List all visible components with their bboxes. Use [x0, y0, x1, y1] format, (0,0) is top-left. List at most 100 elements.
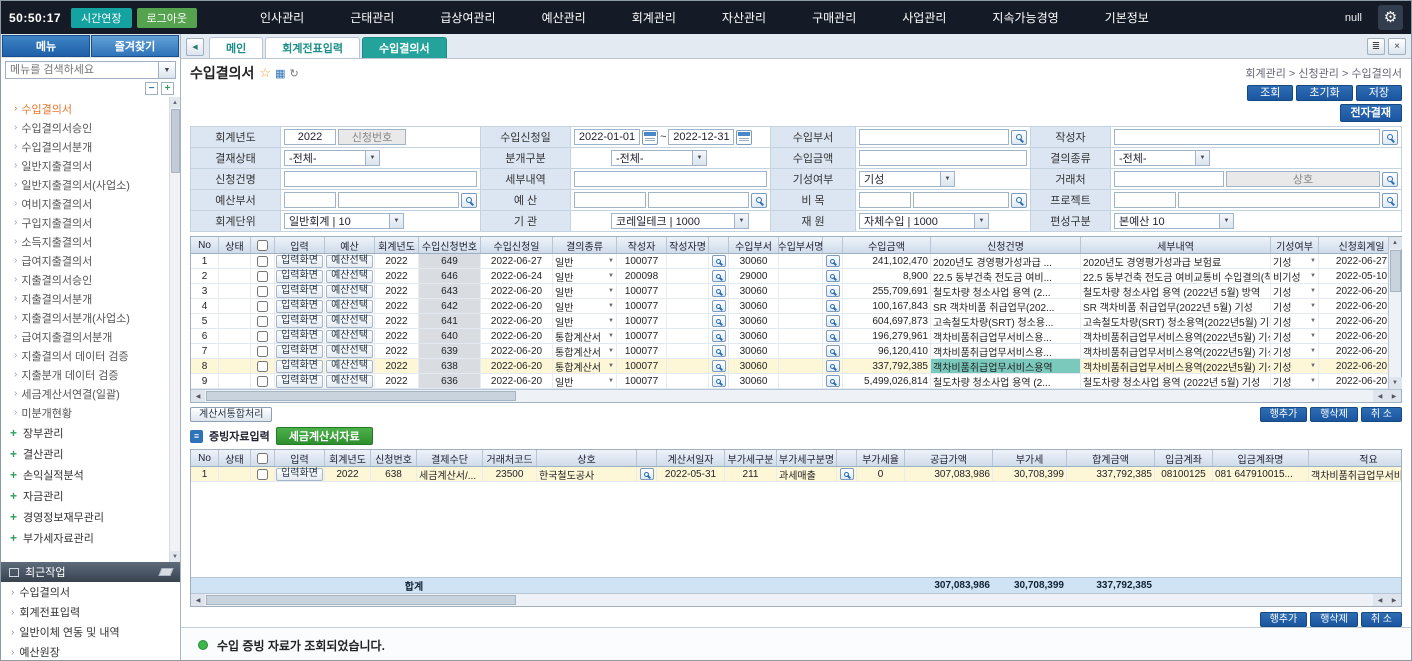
cell-writer-search[interactable] — [709, 284, 729, 298]
cell-writer-search[interactable] — [709, 329, 729, 343]
topbar-menu-item[interactable]: 지속가능경영 — [992, 9, 1058, 26]
input-screen-button[interactable]: 입력화면 — [276, 375, 323, 388]
cell-writer-id[interactable]: 100077 — [617, 374, 667, 388]
cell-dept-search[interactable] — [823, 254, 843, 268]
scrollbar-thumb[interactable] — [1390, 250, 1401, 292]
cell-request-number[interactable]: 649 — [419, 254, 481, 268]
cell-writer-id[interactable]: 100077 — [617, 359, 667, 373]
search-icon[interactable] — [640, 468, 654, 480]
cell-row-number[interactable]: 4 — [191, 299, 219, 313]
search-icon[interactable] — [826, 255, 840, 267]
search-icon[interactable] — [751, 193, 767, 208]
sidebar-menu-item[interactable]: ›지출결의서분개 — [1, 289, 168, 308]
cell-request-date[interactable]: 2022-06-27 — [481, 254, 553, 268]
search-icon[interactable] — [826, 330, 840, 342]
cell-dept-id[interactable]: 30060 — [729, 314, 779, 328]
cell-giseong[interactable]: 기성▼ — [1271, 284, 1319, 298]
cell-input-screen[interactable]: 입력화면 — [275, 284, 325, 298]
cell-writer-id[interactable]: 100077 — [617, 254, 667, 268]
cell-income-amount[interactable]: 604,697,873 — [843, 314, 931, 328]
cell-fiscal-year[interactable]: 2022 — [325, 467, 371, 481]
cell-input-screen[interactable]: 입력화면 — [275, 344, 325, 358]
cell-request-title[interactable]: 철도차량 청소사업 용역 (2... — [931, 374, 1081, 388]
search-icon[interactable] — [712, 315, 726, 327]
cell-dept-id[interactable]: 30060 — [729, 284, 779, 298]
org-type-select[interactable]: 본예산 10▼ — [1114, 213, 1234, 229]
gear-icon[interactable]: ⚙ — [1378, 5, 1403, 30]
cell-account-date[interactable]: 2022-06-20 — [1319, 359, 1388, 373]
cell-status[interactable] — [219, 374, 251, 388]
fiscal-year-input[interactable] — [284, 129, 336, 145]
cell-dept-name[interactable] — [779, 284, 823, 298]
sidebar-menu-item[interactable]: ›수입결의서분개 — [1, 137, 168, 156]
cell-dept-name[interactable] — [779, 299, 823, 313]
cell-dept-search[interactable] — [823, 359, 843, 373]
cell-row-number[interactable]: 8 — [191, 359, 219, 373]
decision-type-select[interactable]: -전체-▼ — [1114, 150, 1210, 166]
cell-detail[interactable]: 객차비품취급업무서비스용역(2022년5월) 기성 — [1081, 359, 1271, 373]
cell-giseong[interactable]: 비기성▼ — [1271, 269, 1319, 283]
scroll-up-icon[interactable]: ▲ — [1389, 237, 1402, 249]
cell-dept-id[interactable]: 30060 — [729, 374, 779, 388]
cell-vat-search[interactable] — [837, 467, 857, 481]
budget-select-button[interactable]: 예산선택 — [326, 270, 373, 283]
cell-request-number[interactable]: 636 — [419, 374, 481, 388]
cell-dept-id[interactable]: 30060 — [729, 254, 779, 268]
cell-budget-select[interactable]: 예산선택 — [325, 299, 375, 313]
add-row-button[interactable]: 행추가 — [1260, 407, 1308, 422]
search-icon[interactable] — [826, 375, 840, 387]
tab-journal-entry[interactable]: 회계전표입력 — [265, 37, 360, 58]
cell-input-screen[interactable]: 입력화면 — [275, 254, 325, 268]
cell-request-number[interactable]: 639 — [419, 344, 481, 358]
budget-dept-code-input[interactable] — [284, 192, 336, 208]
cell-vendor-search[interactable] — [637, 467, 657, 481]
sidebar-menu-item[interactable]: ›지출결의서승인 — [1, 270, 168, 289]
cell-detail[interactable]: 2020년도 경영평가성과급 보험료 — [1081, 254, 1271, 268]
scroll-left-icon[interactable]: ◀ — [1373, 390, 1387, 402]
scroll-down-icon[interactable]: ▼ — [170, 551, 181, 562]
cell-income-amount[interactable]: 196,279,961 — [843, 329, 931, 343]
cell-checkbox[interactable] — [251, 329, 275, 343]
sidebar-menu-item[interactable]: ›구입지출결의서 — [1, 213, 168, 232]
cell-dept-search[interactable] — [823, 269, 843, 283]
cell-account-date[interactable]: 2022-06-27 — [1319, 254, 1388, 268]
sidebar-menu-item[interactable]: ›일반지출결의서 — [1, 156, 168, 175]
cell-income-amount[interactable]: 5,499,026,814 — [843, 374, 931, 388]
invoice-merge-button[interactable]: 계산서통합처리 — [190, 407, 272, 422]
cell-detail[interactable]: 철도차량 청소사업 용역 (2022년 5월) 방역 — [1081, 284, 1271, 298]
cell-writer-name[interactable] — [667, 284, 709, 298]
cell-income-amount[interactable]: 96,120,410 — [843, 344, 931, 358]
budget-select-button[interactable]: 예산선택 — [326, 315, 373, 328]
sidebar-group-item[interactable]: +자금관리 — [1, 485, 168, 506]
budget-select-button[interactable]: 예산선택 — [326, 330, 373, 343]
cell-request-title[interactable]: 고속철도차량(SRT) 청소용... — [931, 314, 1081, 328]
cell-dept-name[interactable] — [779, 329, 823, 343]
scroll-up-icon[interactable]: ▲ — [170, 97, 181, 108]
item-name-input[interactable] — [913, 192, 1009, 208]
sidebar-menu-item[interactable]: ›지출결의서 데이터 검증 — [1, 346, 168, 365]
cell-account-date[interactable]: 2022-06-20 — [1319, 299, 1388, 313]
table-row[interactable]: 6입력화면예산선택20226402022-06-20통합계산서▼10007730… — [191, 329, 1388, 344]
detail-input[interactable] — [574, 171, 767, 187]
cell-dept-id[interactable]: 30060 — [729, 299, 779, 313]
cell-budget-select[interactable]: 예산선택 — [325, 254, 375, 268]
request-title-input[interactable] — [284, 171, 477, 187]
cell-row-number[interactable]: 5 — [191, 314, 219, 328]
sidebar-tab-menu[interactable]: 메뉴 — [2, 35, 90, 57]
reset-button[interactable]: 초기화 — [1296, 85, 1352, 101]
cell-writer-id[interactable]: 100077 — [617, 344, 667, 358]
cell-checkbox[interactable] — [251, 299, 275, 313]
topbar-menu-item[interactable]: 인사관리 — [260, 9, 304, 26]
budget-select-button[interactable]: 예산선택 — [326, 300, 373, 313]
add-row-button[interactable]: 행추가 — [1260, 612, 1308, 627]
sidebar-menu-item[interactable]: ›여비지출결의서 — [1, 194, 168, 213]
cell-writer-name[interactable] — [667, 269, 709, 283]
cell-checkbox[interactable] — [251, 284, 275, 298]
budget-select-button[interactable]: 예산선택 — [326, 360, 373, 373]
cell-fiscal-year[interactable]: 2022 — [375, 299, 419, 313]
cell-writer-name[interactable] — [667, 374, 709, 388]
cell-decision-type[interactable]: 일반▼ — [553, 269, 617, 283]
cell-request-number[interactable]: 638 — [419, 359, 481, 373]
cell-request-title[interactable]: SR 객차비품 취급업무(202... — [931, 299, 1081, 313]
cell-account-date[interactable]: 2022-06-20 — [1319, 284, 1388, 298]
